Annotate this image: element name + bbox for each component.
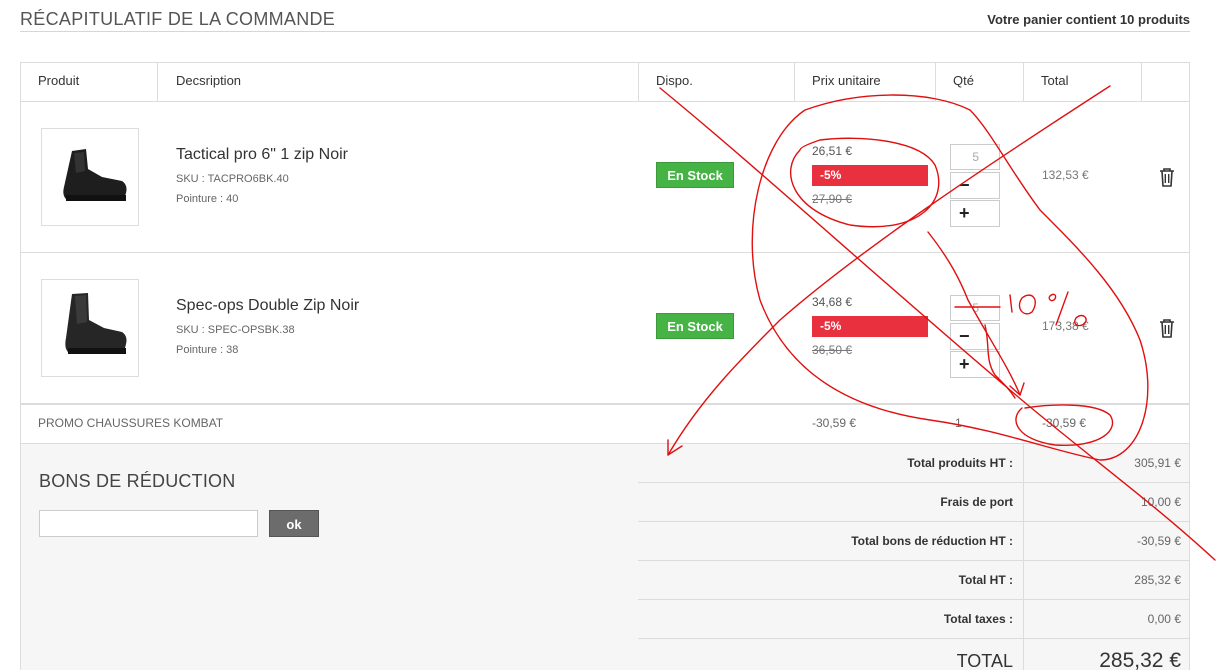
col-total: Total	[1041, 73, 1069, 88]
cart-count: Votre panier contient 10 produits	[987, 12, 1190, 27]
col-qte: Qté	[953, 73, 974, 88]
totals-divider	[1023, 561, 1024, 600]
col-produit: Produit	[38, 73, 80, 88]
discount-badge: -5%	[812, 316, 928, 337]
quantity-increase-button[interactable]: +	[950, 351, 1000, 378]
cart-row: Spec-ops Double Zip Noir SKU : SPEC-OPSB…	[20, 253, 1190, 404]
promo-label: PROMO CHAUSSURES KOMBAT	[38, 416, 224, 430]
quantity-decrease-button[interactable]: −	[950, 323, 1000, 350]
product-size: Pointure : 40	[176, 193, 239, 205]
totals-row: Total HT : 285,32 €	[638, 561, 1190, 600]
grand-total-label: TOTAL	[956, 651, 1013, 670]
totals-row: Total bons de réduction HT : -30,59 €	[638, 522, 1190, 561]
promo-quantity: 1	[955, 416, 962, 430]
stock-badge: En Stock	[656, 313, 734, 339]
quantity-input[interactable]: 5	[950, 144, 1000, 170]
quantity-increase-button[interactable]: +	[950, 200, 1000, 227]
product-sku: SKU : TACPRO6BK.40	[176, 173, 289, 185]
cart-row: Tactical pro 6" 1 zip Noir SKU : TACPRO6…	[20, 102, 1190, 253]
page-title: RÉCAPITULATIF DE LA COMMANDE	[20, 9, 336, 29]
boot-image	[63, 149, 127, 201]
boot-image	[65, 293, 127, 354]
promo-row: PROMO CHAUSSURES KOMBAT -30,59 € 1 -30,5…	[20, 403, 1190, 444]
promo-total: -30,59 €	[1042, 416, 1087, 430]
trash-icon[interactable]	[1157, 166, 1177, 188]
coupon-apply-button[interactable]: ok	[269, 510, 319, 537]
totals-row: Total produits HT : 305,91 €	[638, 444, 1190, 483]
taxes-label: Total taxes :	[943, 612, 1013, 626]
totals-row: Frais de port 10,00 €	[638, 483, 1190, 522]
product-name[interactable]: Spec-ops Double Zip Noir	[176, 297, 359, 315]
totals-divider	[1023, 444, 1024, 483]
stock-badge: En Stock	[656, 162, 734, 188]
totals-divider	[1023, 600, 1024, 639]
trash-icon[interactable]	[1157, 317, 1177, 339]
product-sku: SKU : SPEC-OPSBK.38	[176, 324, 295, 336]
total-ht-label: Total HT :	[958, 573, 1013, 587]
coupon-title: BONS DE RÉDUCTION	[39, 471, 236, 491]
total-products-label: Total produits HT :	[907, 456, 1013, 470]
taxes-value: 0,00 €	[1147, 612, 1181, 626]
shipping-label: Frais de port	[940, 495, 1013, 509]
coupon-code-input[interactable]	[39, 510, 258, 537]
line-total: 132,53 €	[1042, 168, 1089, 182]
col-description: Decsription	[176, 73, 242, 88]
vouchers-value: -30,59 €	[1136, 534, 1181, 548]
col-prix-unitaire: Prix unitaire	[812, 73, 881, 88]
coupon-panel: BONS DE RÉDUCTION ok	[20, 444, 638, 670]
price-discounted: 34,68 €	[812, 295, 853, 309]
total-products-value: 305,91 €	[1134, 456, 1181, 470]
product-thumbnail[interactable]	[41, 279, 139, 377]
product-name[interactable]: Tactical pro 6" 1 zip Noir	[176, 146, 348, 164]
total-ht-value: 285,32 €	[1134, 573, 1181, 587]
price-discounted: 26,51 €	[812, 144, 853, 158]
grand-total-row: TOTAL 285,32 €	[638, 639, 1190, 670]
price-original: 27,90 €	[812, 192, 853, 206]
col-dispo: Dispo.	[656, 73, 693, 88]
price-original: 36,50 €	[812, 343, 853, 357]
title-divider	[20, 31, 1190, 32]
cart-table-header: Produit Decsription Dispo. Prix unitaire…	[20, 62, 1190, 102]
quantity-decrease-button[interactable]: −	[950, 172, 1000, 199]
quantity-input[interactable]: 5	[950, 295, 1000, 321]
promo-unit-price: -30,59 €	[812, 416, 857, 430]
totals-row: Total taxes : 0,00 €	[638, 600, 1190, 639]
product-thumbnail[interactable]	[41, 128, 139, 226]
grand-total-value: 285,32 €	[1099, 649, 1181, 670]
totals-divider	[1023, 483, 1024, 522]
product-size: Pointure : 38	[176, 344, 239, 356]
shipping-value: 10,00 €	[1140, 495, 1181, 509]
discount-badge: -5%	[812, 165, 928, 186]
totals-divider	[1023, 639, 1024, 670]
line-total: 173,38 €	[1042, 319, 1089, 333]
vouchers-label: Total bons de réduction HT :	[851, 534, 1013, 548]
totals-divider	[1023, 522, 1024, 561]
